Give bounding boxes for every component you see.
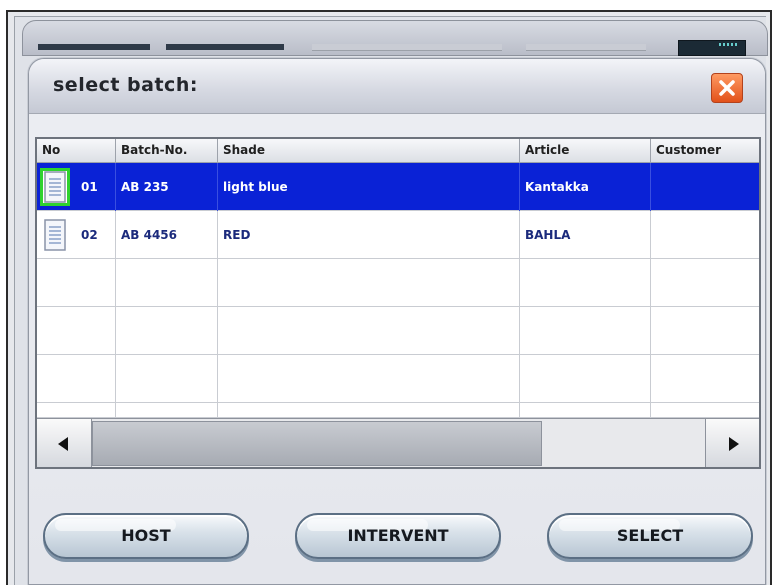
host-button[interactable]: HOST (43, 513, 249, 559)
empty-table-row (37, 259, 759, 307)
empty-cell (37, 307, 116, 355)
background-tab-2 (166, 44, 284, 50)
empty-cell (218, 355, 520, 403)
dialog-titlebar: select batch: (29, 59, 765, 114)
document-icon (40, 168, 70, 206)
batch-no-cell: AB 235 (116, 163, 218, 211)
article-cell: Kantakka (520, 163, 651, 211)
empty-cell (651, 307, 759, 355)
empty-cell (37, 403, 116, 418)
row-number: 01 (81, 180, 98, 194)
empty-cell (37, 355, 116, 403)
empty-table-row (37, 355, 759, 403)
customer-cell (651, 163, 759, 211)
empty-cell (116, 355, 218, 403)
empty-table-row (37, 403, 759, 418)
select-button-label: SELECT (616, 526, 684, 545)
close-x-icon (719, 80, 735, 96)
triangle-left-icon (58, 437, 68, 451)
shade-cell: RED (218, 211, 520, 259)
column-header-batch-no[interactable]: Batch-No. (116, 139, 218, 162)
empty-cell (520, 259, 651, 307)
empty-cell (520, 355, 651, 403)
column-header-no[interactable]: No (37, 139, 116, 162)
row-no-cell: 01 (37, 163, 116, 211)
column-header-customer[interactable]: Customer (651, 139, 759, 162)
scroll-left-button[interactable] (37, 419, 92, 467)
intervent-button[interactable]: INTERVENT (295, 513, 501, 559)
empty-cell (651, 259, 759, 307)
customer-cell (651, 211, 759, 259)
row-no-cell: 02 (37, 211, 116, 259)
table-row[interactable]: 02 AB 4456 RED BAHLA (37, 211, 759, 259)
empty-cell (37, 259, 116, 307)
background-tab-3 (312, 44, 502, 51)
table-header: No Batch-No. Shade Article Customer (37, 139, 759, 163)
horizontal-scrollbar[interactable] (37, 418, 759, 467)
empty-cell (116, 307, 218, 355)
empty-cell (520, 307, 651, 355)
empty-cell (520, 403, 651, 418)
batch-no-cell: AB 4456 (116, 211, 218, 259)
select-batch-dialog: select batch: No Batch-No. Shade Article… (28, 58, 766, 585)
batch-table: No Batch-No. Shade Article Customer 01 A… (35, 137, 761, 469)
shade-cell: light blue (218, 163, 520, 211)
dialog-title: select batch: (53, 74, 198, 96)
empty-cell (218, 307, 520, 355)
empty-cell (651, 355, 759, 403)
article-cell: BAHLA (520, 211, 651, 259)
close-button[interactable] (711, 73, 743, 103)
empty-table-row (37, 307, 759, 355)
background-tab-4 (526, 44, 646, 51)
column-header-shade[interactable]: Shade (218, 139, 520, 162)
empty-cell (218, 259, 520, 307)
row-number: 02 (81, 228, 98, 242)
scrollbar-thumb[interactable] (92, 421, 542, 466)
triangle-right-icon (729, 437, 739, 451)
column-header-article[interactable]: Article (520, 139, 651, 162)
empty-cell (116, 259, 218, 307)
scroll-right-button[interactable] (705, 419, 759, 467)
host-button-label: HOST (121, 526, 171, 545)
select-button[interactable]: SELECT (547, 513, 753, 559)
background-status-widget (678, 40, 746, 56)
empty-cell (116, 403, 218, 418)
document-icon (44, 219, 66, 251)
background-tab-1 (38, 44, 150, 50)
empty-cell (651, 403, 759, 418)
intervent-button-label: INTERVENT (347, 526, 449, 545)
empty-cell (218, 403, 520, 418)
table-row[interactable]: 01 AB 235 light blue Kantakka (37, 163, 759, 211)
